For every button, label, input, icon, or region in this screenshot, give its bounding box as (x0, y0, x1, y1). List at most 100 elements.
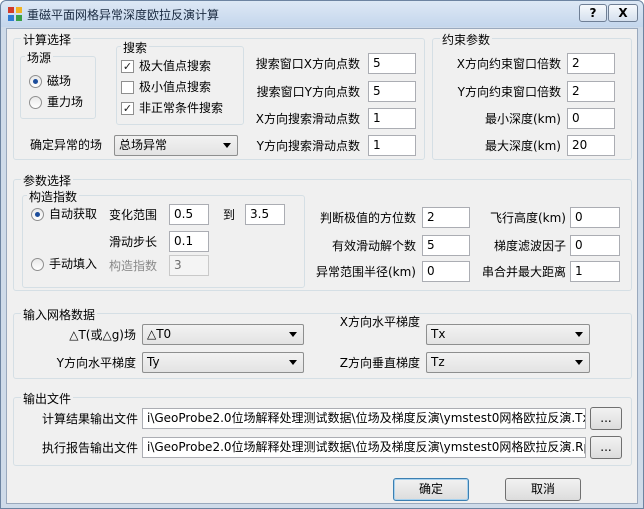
report-path-input[interactable]: i\GeoProbe2.0位场解释处理测试数据\位场及梯度反演\ymstest0… (142, 437, 586, 458)
constraint-x-label: X方向约束窗口倍数 (456, 57, 561, 71)
abnormal-search-label: 非正常条件搜索 (139, 101, 224, 115)
title-bar[interactable]: 重磁平面网格异常深度欧拉反演计算 ? X (1, 1, 643, 27)
app-icon (8, 7, 22, 21)
height-label: 飞行高度(km) (489, 211, 566, 225)
result-browse-button[interactable]: ... (590, 407, 622, 430)
chevron-down-icon (575, 332, 583, 337)
azimuth-label: 判断极值的方位数 (319, 211, 416, 225)
filter-label: 梯度滤波因子 (493, 239, 566, 253)
max-search-label: 极大值点搜索 (139, 59, 212, 73)
min-depth-label: 最小深度(km) (484, 112, 561, 126)
calc-legend: 计算选择 (21, 31, 74, 48)
struct-index-group: 构造指数 自动获取 变化范围 0.5 到 3.5 滑动步长 0.1 手动填入 构… (22, 188, 305, 288)
radius-input[interactable]: 0 (422, 261, 470, 282)
source-legend: 场源 (25, 49, 54, 66)
range-to-input[interactable]: 3.5 (245, 204, 285, 225)
window-title: 重磁平面网格异常深度欧拉反演计算 (27, 8, 220, 22)
magnetic-label: 磁场 (47, 74, 72, 88)
win-x-input[interactable]: 5 (368, 53, 416, 74)
azimuth-input[interactable]: 2 (422, 207, 470, 228)
constraint-x-input[interactable]: 2 (567, 53, 615, 74)
source-group: 场源 磁场 重力场 (20, 49, 96, 119)
merge-label: 串合并最大距离 (481, 265, 566, 279)
dt-select[interactable]: △T0 (142, 324, 304, 345)
to-label: 到 (223, 208, 236, 222)
win-y-input[interactable]: 5 (368, 81, 416, 102)
chevron-down-icon (289, 332, 297, 337)
search-group: 搜索 ✓ 极大值点搜索 极小值点搜索 ✓ 非正常条件搜索 (116, 39, 244, 125)
range-label: 变化范围 (109, 208, 158, 222)
slide-y-input[interactable]: 1 (368, 135, 416, 156)
merge-input[interactable]: 1 (570, 261, 620, 282)
close-button[interactable]: X (608, 4, 638, 22)
win-y-label: 搜索窗口Y方向点数 (256, 85, 360, 99)
field-select-value: 总场异常 (119, 138, 168, 152)
tx-select[interactable]: Tx (426, 324, 590, 345)
ty-select-value: Ty (147, 355, 160, 369)
chevron-down-icon (289, 360, 297, 365)
tz-select-value: Tz (431, 355, 445, 369)
params-group: 参数选择 构造指数 自动获取 变化范围 0.5 到 3.5 滑动步长 0.1 手… (13, 172, 632, 291)
index-label: 构造指数 (109, 259, 158, 273)
step-input[interactable]: 0.1 (169, 231, 209, 252)
magnetic-radio[interactable] (29, 75, 42, 88)
cancel-button[interactable]: 取消 (505, 478, 581, 501)
help-button[interactable]: ? (579, 4, 607, 22)
params-legend: 参数选择 (21, 172, 74, 189)
slide-y-label: Y方向搜索滑动点数 (256, 139, 360, 153)
output-group: 输出文件 计算结果输出文件 i\GeoProbe2.0位场解释处理测试数据\位场… (13, 390, 632, 466)
tx-select-value: Tx (431, 327, 446, 341)
slide-x-label: X方向搜索滑动点数 (255, 112, 360, 126)
auto-radio[interactable] (31, 208, 44, 221)
dialog-window: 重磁平面网格异常深度欧拉反演计算 ? X 计算选择 场源 磁场 重力场 搜索 ✓… (0, 0, 644, 509)
dialog-client: 计算选择 场源 磁场 重力场 搜索 ✓ 极大值点搜索 极小值点搜索 ✓ 非正常条… (6, 28, 638, 504)
calc-group: 计算选择 场源 磁场 重力场 搜索 ✓ 极大值点搜索 极小值点搜索 ✓ 非正常条… (13, 31, 425, 160)
max-search-checkbox[interactable]: ✓ (121, 60, 134, 73)
valid-label: 有效滑动解个数 (331, 239, 416, 253)
max-depth-label: 最大深度(km) (484, 139, 561, 153)
grid-legend: 输入网格数据 (21, 306, 98, 323)
auto-label: 自动获取 (49, 207, 98, 221)
search-legend: 搜索 (121, 39, 150, 56)
output-legend: 输出文件 (21, 390, 74, 407)
range-from-input[interactable]: 0.5 (169, 204, 209, 225)
report-browse-button[interactable]: ... (590, 436, 622, 459)
height-input[interactable]: 0 (570, 207, 620, 228)
manual-radio[interactable] (31, 258, 44, 271)
tx-label: X方向水平梯度 (339, 315, 420, 329)
result-path-input[interactable]: i\GeoProbe2.0位场解释处理测试数据\位场及梯度反演\ymstest0… (142, 408, 586, 429)
step-label: 滑动步长 (109, 235, 158, 249)
tz-label: Z方向垂直梯度 (339, 356, 420, 370)
index-input: 3 (169, 255, 209, 276)
result-label: 计算结果输出文件 (41, 412, 138, 426)
gravity-label: 重力场 (47, 95, 84, 109)
win-x-label: 搜索窗口X方向点数 (255, 57, 360, 71)
dt-select-value: △T0 (147, 327, 172, 341)
abnormal-search-checkbox[interactable]: ✓ (121, 102, 134, 115)
chevron-down-icon (223, 143, 231, 148)
filter-input[interactable]: 0 (570, 235, 620, 256)
ty-select[interactable]: Ty (142, 352, 304, 373)
field-select[interactable]: 总场异常 (114, 135, 238, 156)
ty-label: Y方向水平梯度 (56, 356, 136, 370)
grid-group: 输入网格数据 △T(或△g)场 △T0 X方向水平梯度 Tx Y方向水平梯度 T… (13, 306, 632, 379)
struct-index-legend: 构造指数 (27, 188, 80, 205)
valid-input[interactable]: 5 (422, 235, 470, 256)
slide-x-input[interactable]: 1 (368, 108, 416, 129)
tz-select[interactable]: Tz (426, 352, 590, 373)
min-search-label: 极小值点搜索 (139, 80, 212, 94)
report-label: 执行报告输出文件 (41, 441, 138, 455)
constraint-y-label: Y方向约束窗口倍数 (457, 85, 561, 99)
max-depth-input[interactable]: 20 (567, 135, 615, 156)
gravity-radio[interactable] (29, 96, 42, 109)
min-depth-input[interactable]: 0 (567, 108, 615, 129)
radius-label: 异常范围半径(km) (315, 265, 416, 279)
min-search-checkbox[interactable] (121, 81, 134, 94)
manual-label: 手动填入 (49, 257, 98, 271)
constraint-legend: 约束参数 (440, 31, 493, 48)
dt-label: △T(或△g)场 (69, 328, 136, 342)
constraint-group: 约束参数 X方向约束窗口倍数 2 Y方向约束窗口倍数 2 最小深度(km) 0 … (432, 31, 632, 160)
field-label: 确定异常的场 (30, 138, 103, 152)
constraint-y-input[interactable]: 2 (567, 81, 615, 102)
ok-button[interactable]: 确定 (393, 478, 469, 501)
